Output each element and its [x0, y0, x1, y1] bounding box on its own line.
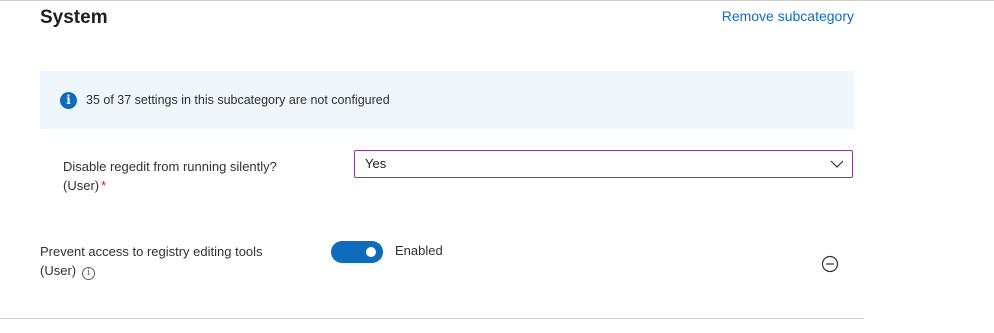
- setting-label-disable-regedit: Disable regedit from running silently? (…: [63, 157, 343, 195]
- section-title: System: [40, 7, 108, 28]
- minus-circle-icon[interactable]: [821, 255, 839, 273]
- prevent-registry-access-toggle[interactable]: [331, 241, 383, 263]
- disable-regedit-dropdown[interactable]: Yes: [354, 150, 853, 178]
- setting-label-line2: (User): [63, 178, 100, 193]
- info-circle-icon[interactable]: i: [82, 267, 96, 280]
- required-marker: *: [101, 178, 107, 193]
- top-divider: [0, 0, 994, 1]
- dropdown-selected-value: Yes: [365, 156, 387, 171]
- info-icon: i: [60, 91, 77, 109]
- setting-label-line1: Prevent access to registry editing tools: [40, 244, 263, 259]
- toggle-state-label: Enabled: [395, 243, 443, 258]
- bottom-divider: [0, 318, 864, 319]
- setting-label-prevent-registry-access: Prevent access to registry editing tools…: [40, 242, 320, 280]
- remove-subcategory-link[interactable]: Remove subcategory: [722, 8, 854, 24]
- setting-label-line2: (User): [40, 263, 77, 278]
- toggle-knob: [366, 247, 376, 257]
- info-banner: i 35 of 37 settings in this subcategory …: [40, 71, 854, 129]
- chevron-down-icon: [830, 160, 844, 168]
- setting-label-line1: Disable regedit from running silently?: [63, 159, 277, 174]
- info-banner-text: 35 of 37 settings in this subcategory ar…: [86, 93, 390, 107]
